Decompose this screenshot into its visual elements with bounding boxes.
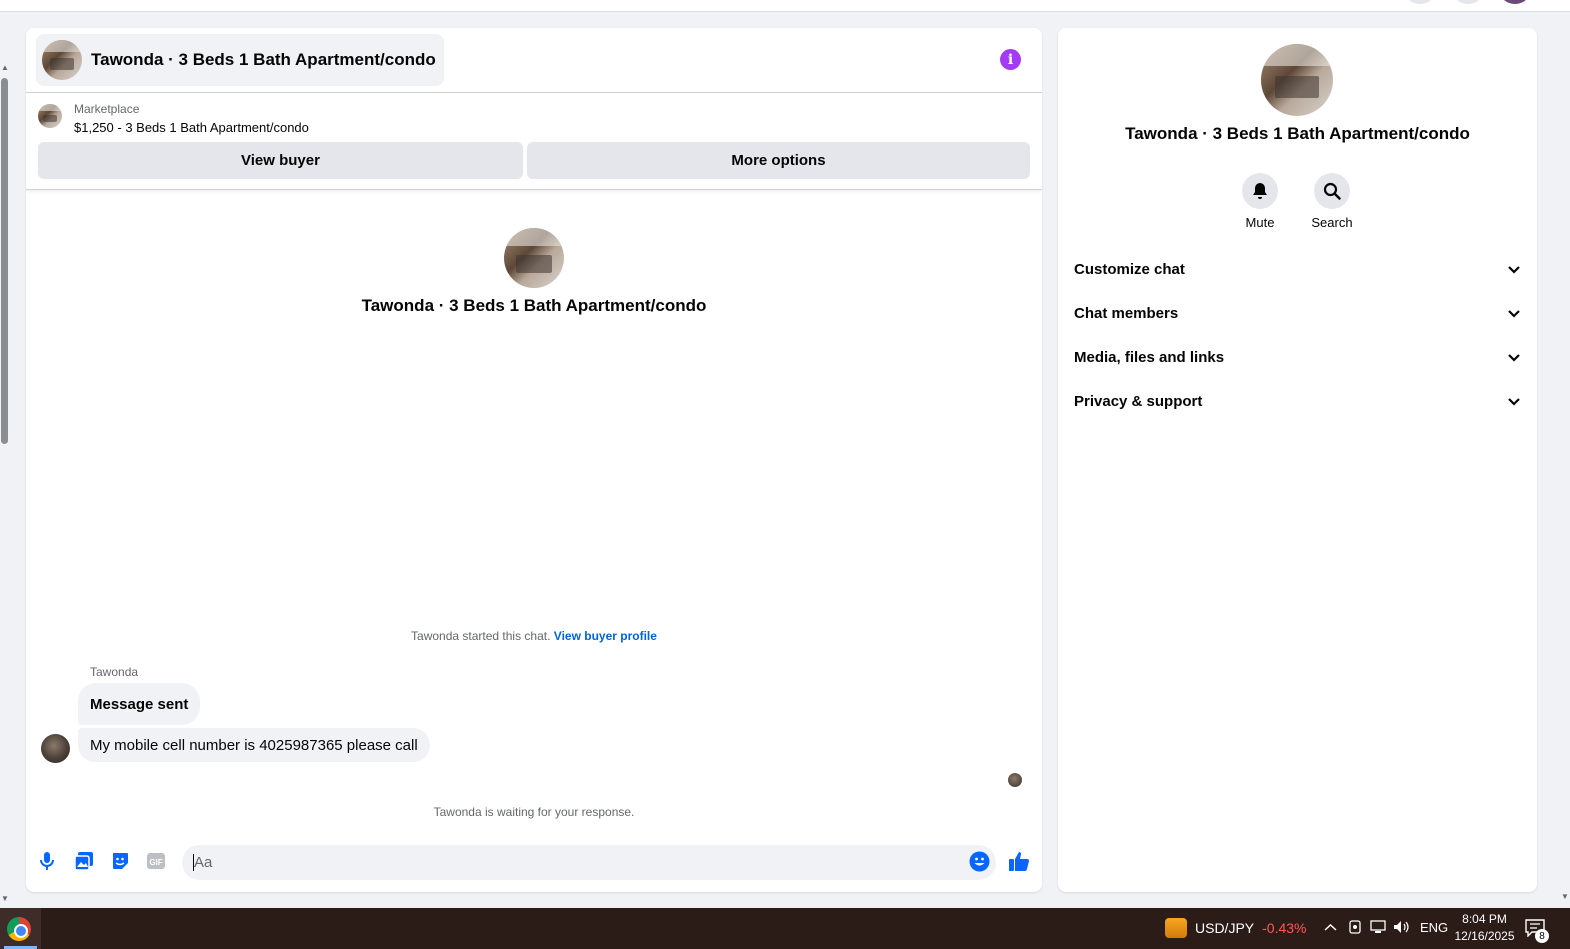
section-chat-members[interactable]: Chat members [1074,298,1521,328]
seen-indicator-avatar [1008,773,1022,787]
meet-now-icon[interactable] [1348,920,1362,937]
page-scrollbar[interactable]: ▲ ▼ [0,60,10,905]
ticker-change: -0.43% [1262,920,1307,936]
sticker-icon[interactable] [109,850,131,872]
show-hidden-icons-chevron-icon[interactable] [1324,920,1337,935]
scrollbar-thumb[interactable] [1,78,8,444]
like-icon[interactable] [1008,850,1030,872]
scroll-down-arrow-icon[interactable]: ▼ [1561,893,1569,901]
right-scrollbar[interactable]: ▼ [1560,880,1570,905]
messenger-icon[interactable] [1453,0,1483,4]
scroll-down-arrow-icon[interactable]: ▼ [1,895,9,903]
message-composer: GIF [26,844,1042,880]
sender-name: Tawonda [90,665,139,679]
waiting-notice: Tawonda is waiting for your response. [433,805,635,819]
emoji-icon[interactable] [968,850,990,872]
section-label: Chat members [1074,304,1179,322]
message-bubble[interactable]: My mobile cell number is 4025987365 plea… [78,728,430,762]
scroll-up-arrow-icon[interactable]: ▲ [1,64,9,72]
microphone-icon[interactable] [36,850,58,872]
search-icon[interactable] [1314,173,1350,209]
bell-icon[interactable] [1242,173,1278,209]
section-label: Privacy & support [1074,392,1203,410]
language-indicator[interactable]: ENG [1420,920,1448,935]
ticker-symbol: USD/JPY [1195,920,1255,936]
gif-icon[interactable]: GIF [145,850,167,872]
currency-ticker[interactable]: USD/JPY -0.43% [1165,918,1306,938]
section-label: Media, files and links [1074,348,1225,366]
chat-panel: Tawonda · 3 Beds 1 Bath Apartment/condo … [26,28,1042,892]
section-media-files-links[interactable]: Media, files and links [1074,342,1521,372]
message-bubble[interactable]: Message sent [78,683,201,725]
chat-started-notice: Tawonda started this chat. View buyer pr… [26,629,1042,643]
listing-source: Marketplace [74,102,140,116]
chat-title-button[interactable]: Tawonda · 3 Beds 1 Bath Apartment/condo [36,34,444,86]
info-avatar[interactable] [1261,44,1333,116]
chat-title: Tawonda · 3 Beds 1 Bath Apartment/condo [91,50,436,69]
listing-title[interactable]: $1,250 - 3 Beds 1 Bath Apartment/condo [74,120,309,135]
sender-avatar[interactable] [41,734,70,763]
chat-avatar [42,40,82,80]
top-nav-bar [0,0,1570,12]
volume-icon[interactable] [1393,920,1411,937]
mute-label: Mute [1245,215,1275,230]
profile-avatar[interactable] [1500,0,1530,4]
message-input[interactable] [182,845,996,880]
chrome-taskbar-button[interactable] [0,908,41,949]
windows-taskbar: USD/JPY -0.43% ENG 8:04 PM 12/16/2025 8 [0,908,1570,949]
chevron-down-icon [1508,397,1520,406]
section-privacy-support[interactable]: Privacy & support [1074,386,1521,416]
notification-badge: 8 [1535,929,1549,943]
more-options-button[interactable]: More options [527,142,1030,179]
currency-widget-icon [1165,918,1187,938]
menu-icon[interactable] [1405,0,1435,4]
photo-icon[interactable] [73,850,95,872]
chevron-down-icon [1508,353,1520,362]
mute-action[interactable]: Mute [1230,173,1290,230]
info-title: Tawonda · 3 Beds 1 Bath Apartment/condo [1125,124,1470,143]
chevron-down-icon [1508,309,1520,318]
marketplace-listing-bar: Marketplace $1,250 - 3 Beds 1 Bath Apart… [26,93,1042,190]
search-label: Search [1311,215,1353,230]
chrome-icon [7,917,31,941]
intro-avatar[interactable] [504,228,564,288]
view-buyer-button[interactable]: View buyer [38,142,523,179]
intro-title: Tawonda · 3 Beds 1 Bath Apartment/condo [361,296,707,315]
clock-date: 12/16/2025 [1454,929,1515,943]
conversation-info-panel: Tawonda · 3 Beds 1 Bath Apartment/condo … [1058,28,1537,892]
listing-thumbnail[interactable] [38,104,62,128]
network-icon[interactable] [1370,920,1386,937]
svg-text:GIF: GIF [149,858,162,867]
section-customize-chat[interactable]: Customize chat [1074,254,1521,284]
section-label: Customize chat [1074,260,1185,278]
listing-actions: View buyer More options [38,142,1030,179]
chat-header: Tawonda · 3 Beds 1 Bath Apartment/condo … [26,28,1042,93]
system-clock[interactable]: 8:04 PM 12/16/2025 [1452,911,1517,945]
notification-center-icon[interactable]: 8 [1525,919,1549,943]
search-action[interactable]: Search [1302,173,1362,230]
text-caret [193,854,194,871]
clock-time: 8:04 PM [1462,912,1507,926]
info-icon[interactable]: i [1000,49,1021,70]
chat-intro: Tawonda · 3 Beds 1 Bath Apartment/condo [26,228,1042,316]
chat-started-text: Tawonda started this chat. [411,629,551,643]
view-buyer-profile-link[interactable]: View buyer profile [554,629,657,643]
chevron-down-icon [1508,265,1520,274]
